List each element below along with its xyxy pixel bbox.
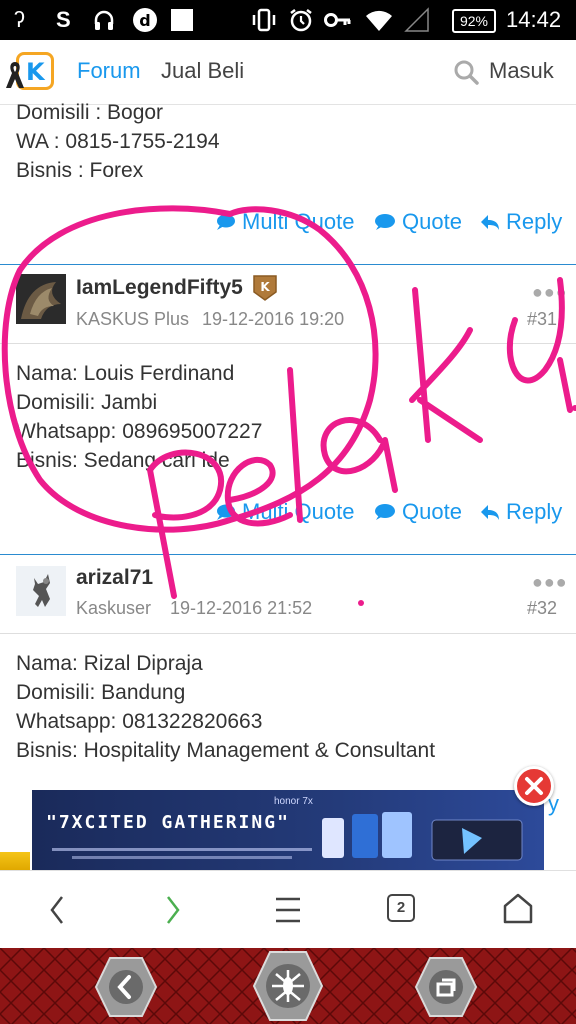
reply-icon [481, 505, 499, 520]
user-rank: Kaskuser [76, 598, 152, 618]
menu-icon[interactable] [274, 895, 302, 925]
ad-text-strip [52, 848, 312, 851]
post-text-line: Bisnis: Sedang cari ide [16, 449, 230, 472]
multi-quote-button[interactable]: Multi Quote [214, 209, 355, 235]
clock: 14:42 [506, 7, 562, 32]
multi-quote-label: Multi Quote [242, 499, 355, 524]
logo-letter: K [26, 58, 45, 86]
forward-icon[interactable] [160, 893, 186, 927]
top-navigation: K Forum Jual Beli Masuk [0, 40, 576, 105]
avatar[interactable] [16, 274, 66, 324]
alarm-icon [288, 6, 314, 34]
post-date: 19-12-2016 19:20 [202, 309, 345, 329]
login-link[interactable]: Masuk [489, 58, 554, 84]
signal-icon [404, 6, 430, 34]
nav-home-spider-button[interactable] [252, 950, 324, 1022]
post-number[interactable]: #31 [527, 309, 557, 330]
svg-text:K: K [260, 280, 270, 294]
quote-button[interactable]: Quote [374, 209, 462, 235]
post-text-line: Whatsapp: 081322820663 [16, 710, 263, 733]
quote-icon [375, 504, 395, 520]
ad-illustration [322, 812, 523, 861]
post-text-line: Nama: Louis Ferdinand [16, 362, 235, 385]
post-actions: Multi Quote Quote Reply [0, 209, 576, 239]
post-text-line: Domisili : Bogor [16, 101, 164, 124]
hearing-icon: ʔ [14, 7, 25, 32]
next-post-avatar-partial [0, 852, 30, 870]
ad-title: "7XCITED GATHERING" [46, 812, 290, 833]
tabs-button[interactable]: 2 [387, 894, 415, 922]
image-icon [170, 6, 194, 34]
status-bar: ʔ S d 92% 14:42 [0, 0, 576, 40]
post-date: 19-12-2016 21:52 [170, 598, 313, 618]
svg-text:d: d [139, 11, 150, 30]
kaskus-plus-badge-icon: K [253, 275, 277, 301]
multi-quote-icon [217, 214, 235, 230]
more-options-icon[interactable]: ●●● [532, 282, 568, 303]
quote-label: Quote [402, 209, 462, 234]
nav-recents-button[interactable] [414, 956, 478, 1018]
s-app-icon: S [56, 7, 71, 32]
post-divider [0, 264, 576, 265]
multi-quote-icon [217, 504, 235, 520]
post-actions: Multi Quote Quote Reply [0, 499, 576, 529]
post-divider [0, 554, 576, 555]
post-username[interactable]: arizal71 [76, 566, 153, 590]
post-header-divider [0, 343, 576, 344]
ad-banner[interactable]: "7XCITED GATHERING" honor 7x [32, 790, 544, 870]
reply-button[interactable]: Reply [480, 499, 562, 525]
close-icon [525, 777, 543, 795]
post-text-line: WA : 0815-1755-2194 [16, 130, 220, 153]
battery-indicator: 92% [452, 9, 496, 33]
post-username[interactable]: IamLegendFifty5 [76, 276, 243, 300]
ad-text-strip [72, 856, 292, 859]
reply-button[interactable]: Reply [480, 209, 562, 235]
multi-quote-label: Multi Quote [242, 209, 355, 234]
multi-quote-button[interactable]: Multi Quote [214, 499, 355, 525]
key-icon [324, 6, 352, 34]
avatar[interactable] [16, 566, 66, 616]
nav-back-button[interactable] [94, 956, 158, 1018]
post-text-line: Bisnis : Forex [16, 159, 144, 182]
quote-button[interactable]: Quote [374, 499, 462, 525]
vibrate-icon [250, 6, 278, 34]
post-text-line: Whatsapp: 089695007227 [16, 420, 263, 443]
reply-label: Reply [506, 209, 563, 234]
back-icon[interactable] [44, 893, 70, 927]
quote-icon [375, 214, 395, 230]
post-number[interactable]: #32 [527, 598, 557, 619]
more-options-icon[interactable]: ●●● [532, 572, 568, 593]
wifi-icon [364, 6, 394, 34]
reply-icon [481, 215, 499, 230]
android-navigation-bar [0, 948, 576, 1024]
home-icon[interactable] [502, 892, 534, 926]
post-text-line: Bisnis: Hospitality Management & Consult… [16, 739, 436, 762]
nav-forum-link[interactable]: Forum [77, 58, 141, 84]
headphones-icon [92, 6, 116, 34]
ad-brand: honor 7x [274, 796, 313, 807]
mourning-ribbon-icon [6, 62, 24, 88]
nav-jual-beli-link[interactable]: Jual Beli [161, 58, 244, 84]
ad-close-button[interactable] [514, 766, 554, 806]
quote-label: Quote [402, 499, 462, 524]
reply-label: Reply [506, 499, 563, 524]
browser-toolbar: 2 [0, 870, 576, 949]
search-icon[interactable] [453, 59, 479, 85]
post-text-line: Domisili: Jambi [16, 391, 158, 414]
post-header-divider [0, 633, 576, 634]
dailymotion-icon: d [132, 6, 158, 34]
post-text-line: Nama: Rizal Dipraja [16, 652, 203, 675]
user-rank: KASKUS Plus [76, 309, 190, 329]
post-text-line: Domisili: Bandung [16, 681, 186, 704]
